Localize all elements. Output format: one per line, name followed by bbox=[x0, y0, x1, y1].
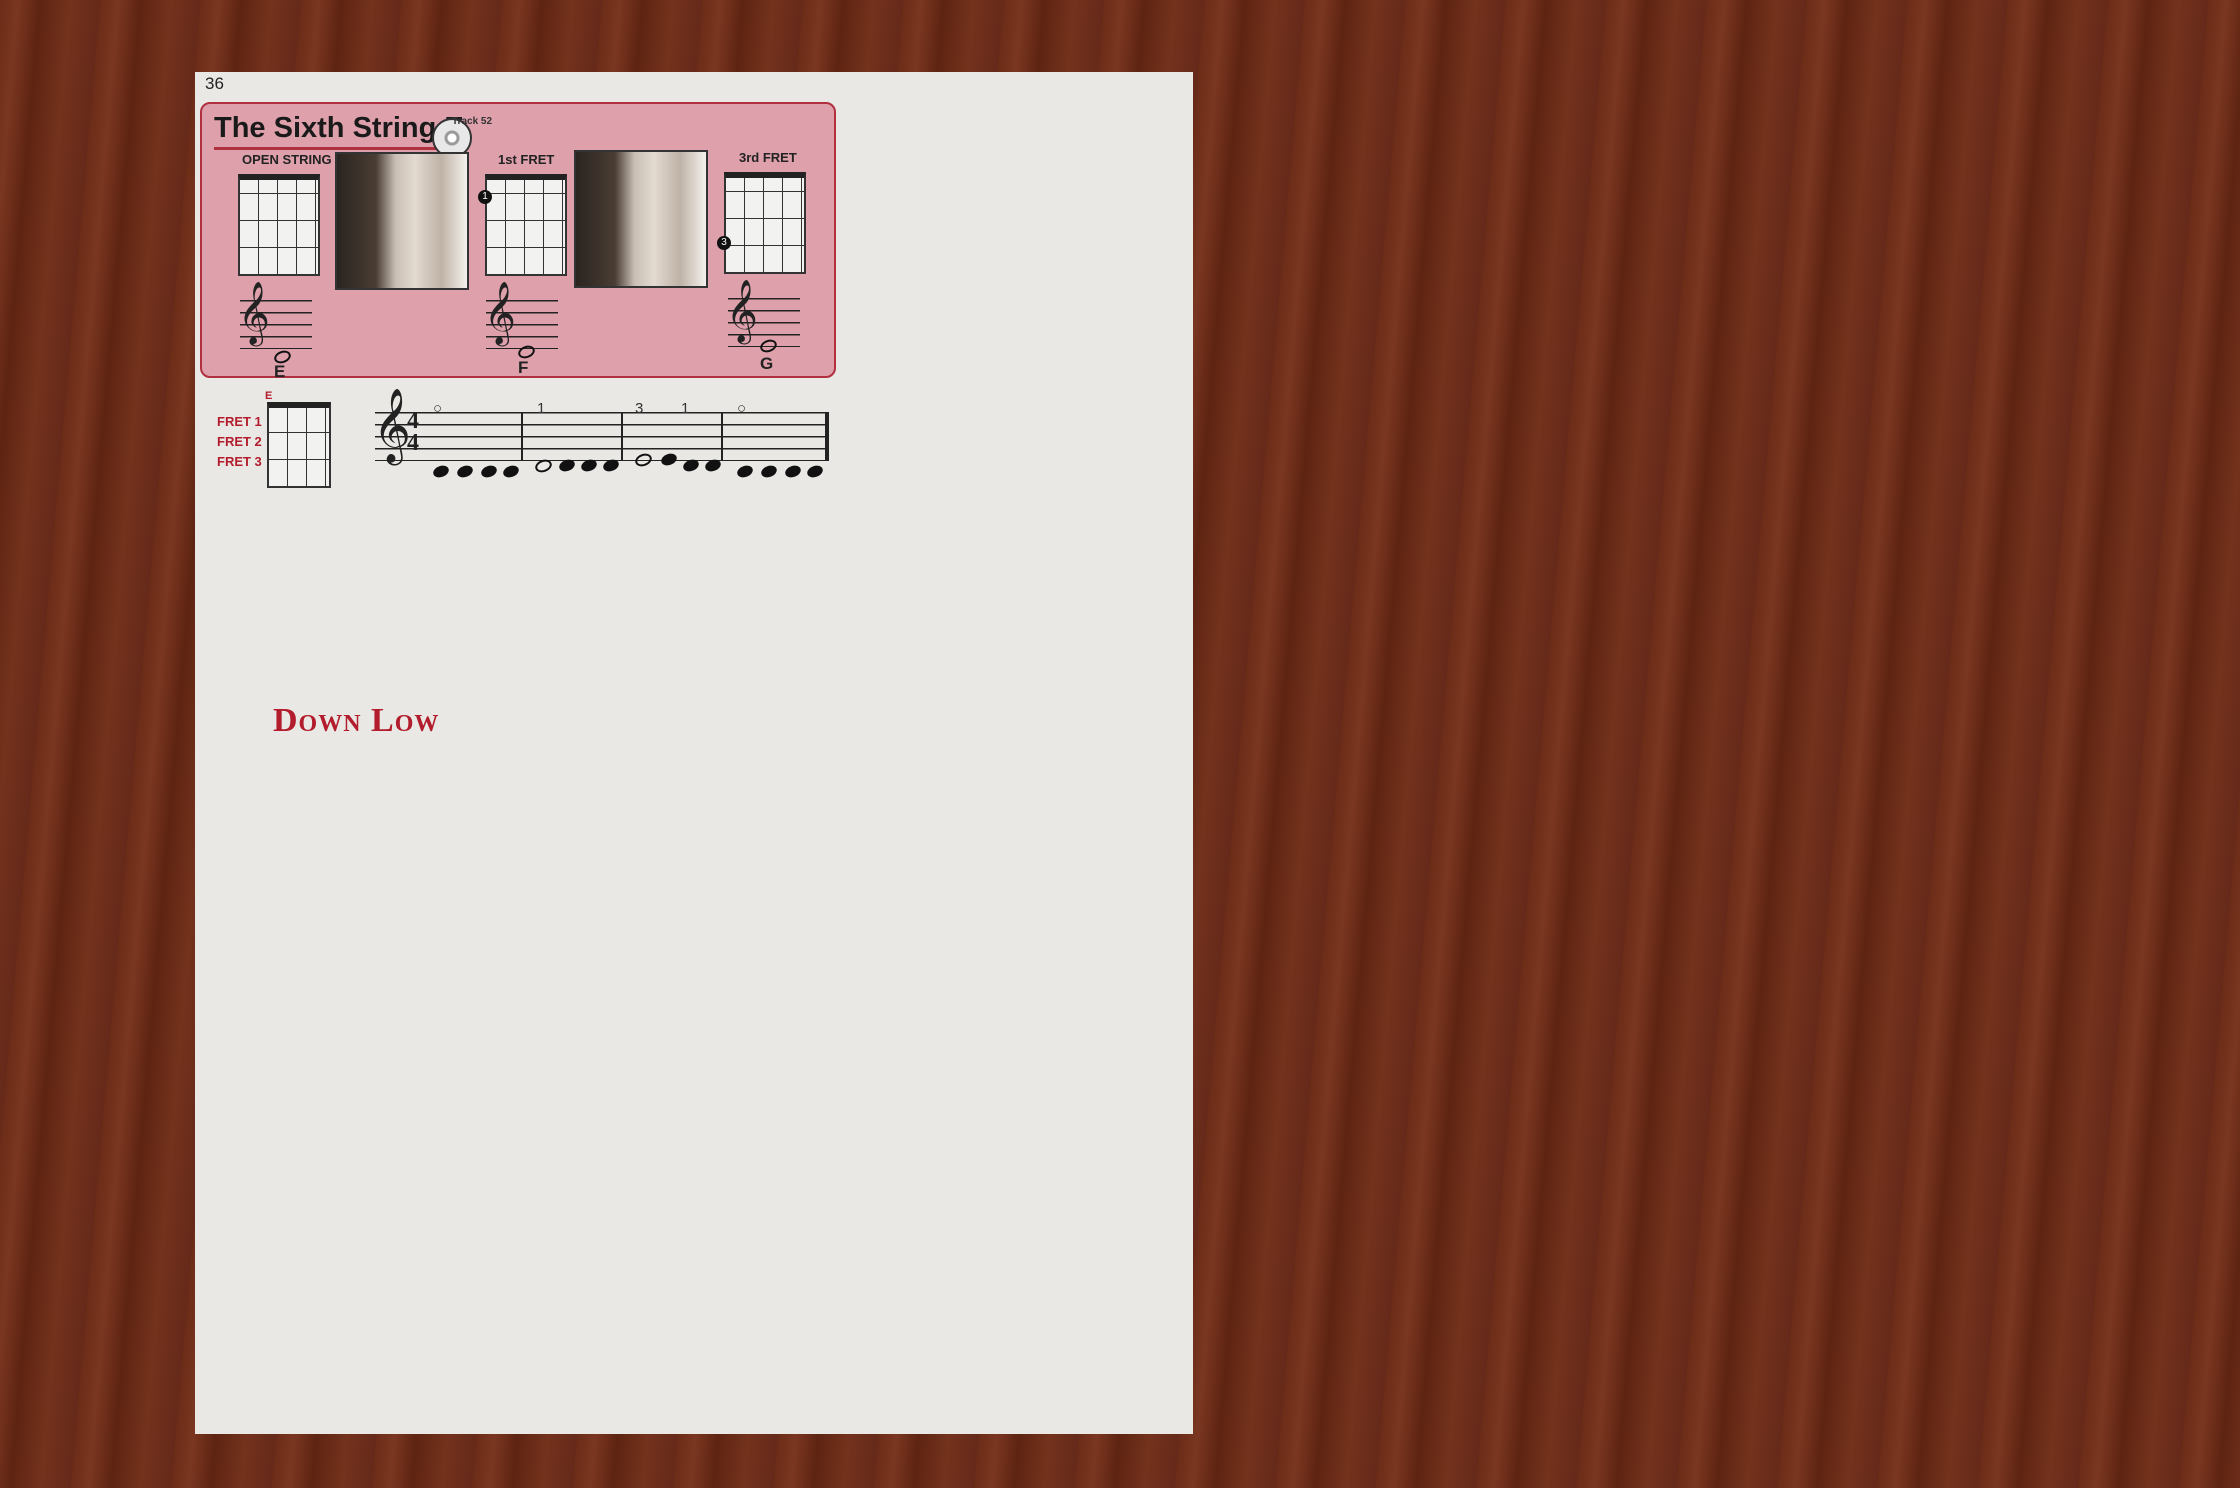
exercise-staff bbox=[375, 412, 827, 461]
barline bbox=[521, 412, 523, 461]
treble-clef-icon: 𝄞 bbox=[238, 283, 270, 343]
treble-clef-icon: 𝄞 bbox=[484, 283, 516, 343]
final-barline bbox=[825, 412, 829, 461]
third-fret-label: 3rd FRET bbox=[739, 150, 797, 165]
finger-1-marker: 1 bbox=[478, 190, 492, 204]
fret-diagram-3rd bbox=[724, 172, 806, 274]
page-number-left: 36 bbox=[205, 74, 224, 93]
note-name-f: F bbox=[518, 358, 529, 377]
note bbox=[431, 463, 451, 480]
hand-photo-1 bbox=[335, 152, 469, 290]
barline bbox=[621, 412, 623, 461]
box-title: The Sixth String E bbox=[214, 112, 464, 150]
treble-clef-icon: 𝄞 bbox=[373, 390, 411, 461]
treble-clef-icon: 𝄞 bbox=[726, 281, 758, 341]
fret-2-label: FRET 2 bbox=[217, 434, 262, 449]
note bbox=[501, 463, 521, 480]
barline bbox=[721, 412, 723, 461]
fingering-mark: ○ bbox=[433, 400, 443, 417]
fret-diagram-1st bbox=[485, 174, 567, 276]
time-signature: 44 bbox=[407, 408, 419, 456]
track-label: Track 52 bbox=[452, 116, 493, 127]
fret-diagram-open bbox=[238, 174, 320, 276]
fingering-mark: 3 bbox=[635, 400, 644, 417]
down-low-title: Down Low bbox=[273, 702, 440, 739]
fret-chart-top-label: E bbox=[265, 390, 273, 402]
fingering-mark: 1 bbox=[681, 400, 690, 417]
finger-3-marker: 3 bbox=[717, 236, 731, 250]
left-page: 36 The Sixth String E Track 52 OPEN STRI… bbox=[195, 72, 1193, 1434]
note bbox=[805, 463, 825, 480]
fret-3-label: FRET 3 bbox=[217, 454, 262, 469]
fret-chart bbox=[267, 402, 331, 488]
hand-photo-2 bbox=[574, 150, 708, 288]
note bbox=[759, 463, 779, 480]
first-fret-label: 1st FRET bbox=[498, 152, 555, 167]
fret-1-label: FRET 1 bbox=[217, 414, 262, 429]
note bbox=[783, 463, 803, 480]
note-name-g: G bbox=[760, 354, 774, 373]
note bbox=[455, 463, 475, 480]
open-string-label: OPEN STRING bbox=[242, 152, 332, 167]
sixth-string-e-box: The Sixth String E Track 52 OPEN STRING … bbox=[200, 102, 836, 381]
fingering-mark: 1 bbox=[537, 400, 546, 417]
note bbox=[735, 463, 755, 480]
note bbox=[479, 463, 499, 480]
note-name-e: E bbox=[274, 362, 286, 381]
fingering-mark: ○ bbox=[737, 400, 747, 417]
